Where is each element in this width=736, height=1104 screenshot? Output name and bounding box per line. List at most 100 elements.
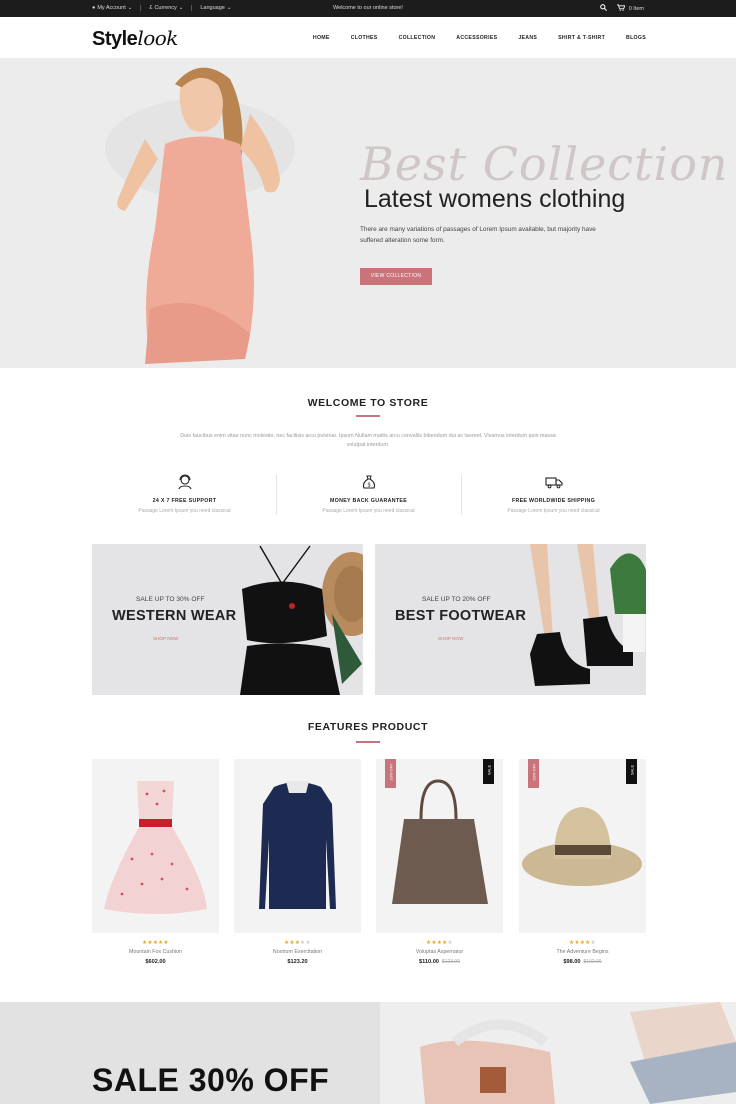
money-bag-icon: $ [276, 472, 461, 492]
language-dropdown[interactable]: Language ⌄ [192, 5, 239, 11]
banner-sale-text: SALE UP TO 30% OFF [136, 596, 205, 603]
product-price: $110.00 $123.00 [376, 959, 503, 965]
feature-money-back: $ MONEY BACK GUARANTEE Passage Lorem Ips… [276, 472, 461, 514]
currency-label: Currency [154, 5, 177, 11]
chevron-down-icon: ⌄ [127, 5, 133, 11]
featured-products-title: FEATURES PRODUCT [307, 721, 429, 733]
nav-shirt-tshirt[interactable]: SHIRT & T-SHIRT [558, 35, 605, 41]
site-logo[interactable]: Stylelook [92, 26, 178, 51]
product-price: $123.20 [234, 959, 361, 965]
banner-western-wear[interactable]: SALE UP TO 30% OFF WESTERN WEAR SHOP NOW [92, 544, 363, 695]
cart-button[interactable]: 0 Item [616, 4, 644, 13]
price-old: $102.00 [583, 959, 602, 965]
nav-blogs[interactable]: BLOGS [626, 35, 646, 41]
delivery-truck-icon [461, 472, 646, 492]
discount-tag-label: 10% OFF [388, 763, 393, 781]
svg-text:$: $ [367, 483, 370, 489]
nav-accessories[interactable]: ACCESSORIES [456, 35, 497, 41]
support-agent-icon [92, 472, 277, 492]
banner-sale-text: SALE UP TO 20% OFF [422, 596, 491, 603]
cart-icon [616, 4, 625, 13]
currency-icon: £ [149, 5, 153, 11]
hero-slider: Best Collection Latest womens clothing T… [0, 59, 736, 368]
price-current: $98.00 [563, 959, 581, 965]
chevron-down-icon: ⌄ [178, 5, 184, 11]
star-icon: ★ [305, 940, 311, 946]
product-image[interactable]: 10% OFF SALE [376, 759, 503, 933]
western-wear-image [240, 545, 363, 695]
banner-best-footwear[interactable]: SALE UP TO 20% OFF BEST FOOTWEAR SHOP NO… [375, 544, 646, 695]
my-account-dropdown[interactable]: ● My Account ⌄ [92, 5, 142, 11]
logo-part-style: Style [92, 28, 138, 50]
product-name[interactable]: The Adventure Begins [519, 949, 646, 955]
feature-title: 24 X 7 FREE SUPPORT [152, 498, 217, 504]
discount-tag: 10% OFF [385, 759, 396, 788]
view-collection-button[interactable]: VIEW COLLECTION [360, 268, 432, 285]
shop-now-link[interactable]: SHOP NOW [153, 636, 178, 641]
feature-shipping: FREE WORLDWIDE SHIPPING Passage Lorem Ip… [461, 472, 646, 514]
product-name[interactable]: Nostrum Exercitation [234, 949, 361, 955]
feature-support: 24 X 7 FREE SUPPORT Passage Lorem Ipsum … [92, 472, 277, 514]
welcome-text: Duis faucibus enim vitae nunc molestie, … [180, 433, 556, 448]
footwear-image [530, 544, 646, 686]
product-rating: ★★★★★ [234, 940, 361, 946]
product-rating: ★★★★★ [92, 940, 219, 946]
star-icon: ★ [447, 940, 453, 946]
chevron-down-icon: ⌄ [226, 5, 232, 11]
sale-tag: SALE [483, 759, 494, 784]
product-name[interactable]: Mountain Fox Cushion [92, 949, 219, 955]
currency-dropdown[interactable]: £ Currency ⌄ [141, 5, 193, 11]
product-card[interactable]: ★★★★★ Nostrum Exercitation $123.20 [234, 759, 361, 965]
star-icon: ★ [590, 940, 596, 946]
logo-part-look: look [137, 26, 178, 50]
feature-title: FREE WORLDWIDE SHIPPING [511, 498, 596, 504]
banner-title: BEST FOOTWEAR [395, 608, 527, 624]
user-icon: ● [92, 5, 96, 11]
main-header: Stylelook HOME CLOTHES COLLECTION ACCESS… [0, 17, 736, 59]
feature-subtitle: Passage Lorem Ipsum you need classical [138, 508, 231, 514]
promo-title: SALE 30% OFF [92, 1062, 330, 1098]
product-rating: ★★★★★ [519, 940, 646, 946]
product-image[interactable] [234, 759, 361, 933]
product-image[interactable] [92, 759, 219, 933]
top-bar-right: 0 Item [599, 4, 644, 13]
search-icon[interactable] [599, 4, 607, 13]
feature-subtitle: Passage Lorem Ipsum you need classical [507, 508, 600, 514]
promo-banner: SALE 30% OFF [0, 1002, 736, 1104]
title-underline [356, 415, 380, 417]
product-card[interactable]: 20% OFF SALE ★★★★★ The Adventure Begins … [519, 759, 646, 965]
nav-home[interactable]: HOME [313, 35, 330, 41]
hero-model-image [105, 67, 295, 364]
dress-image [104, 781, 207, 914]
nav-clothes[interactable]: CLOTHES [351, 35, 378, 41]
price-old: $123.00 [441, 959, 460, 965]
top-bar-left: ● My Account ⌄ £ Currency ⌄ Language ⌄ [92, 5, 239, 11]
nav-jeans[interactable]: JEANS [518, 35, 537, 41]
title-underline [356, 741, 380, 743]
product-price: $602.00 [92, 959, 219, 965]
product-rating: ★★★★★ [376, 940, 503, 946]
shop-now-link[interactable]: SHOP NOW [438, 636, 463, 641]
language-label: Language [200, 5, 225, 11]
nav-collection[interactable]: COLLECTION [399, 35, 436, 41]
price-current: $123.20 [287, 959, 308, 965]
feature-subtitle: Passage Lorem Ipsum you need classical [322, 508, 415, 514]
product-image[interactable]: 20% OFF SALE [519, 759, 646, 933]
sale-tag-label: SALE [629, 765, 634, 776]
cart-count: 0 Item [628, 5, 644, 12]
price-current: $110.00 [419, 959, 439, 965]
top-bar: Welcome to our online store! ● My Accoun… [0, 0, 736, 17]
product-card[interactable]: ★★★★★ Mountain Fox Cushion $602.00 [92, 759, 219, 965]
main-nav: HOME CLOTHES COLLECTION ACCESSORIES JEAN… [292, 35, 646, 41]
discount-tag-label: 20% OFF [531, 763, 536, 781]
my-account-label: My Account [97, 5, 126, 11]
welcome-title: WELCOME TO STORE [307, 397, 429, 409]
sale-tag-label: SALE [486, 765, 491, 776]
feature-title: MONEY BACK GUARANTEE [329, 498, 408, 504]
price-current: $602.00 [145, 959, 166, 965]
product-card[interactable]: 10% OFF SALE ★★★★★ Voluptas Aspernatur $… [376, 759, 503, 965]
discount-tag: 20% OFF [528, 759, 539, 788]
hero-script-title: Best Collection [360, 137, 729, 191]
product-name[interactable]: Voluptas Aspernatur [376, 949, 503, 955]
promo-bag-image [420, 1002, 736, 1104]
